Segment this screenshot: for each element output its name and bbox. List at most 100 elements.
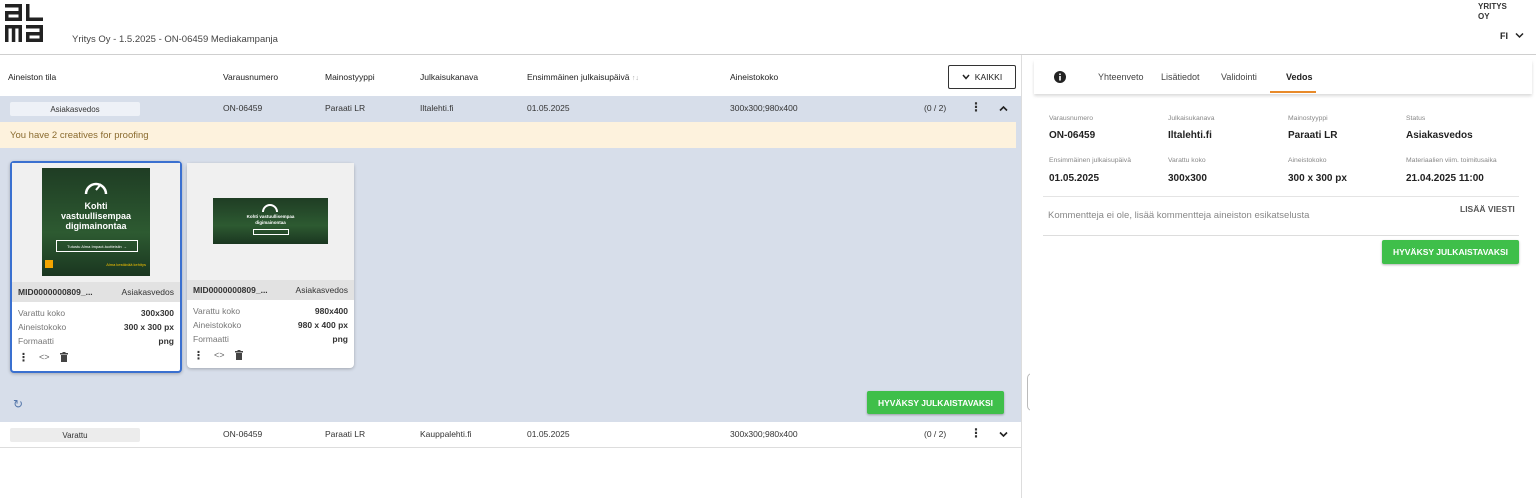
row-varausnumero: ON-06459: [223, 103, 263, 113]
row-koko: 300x300;980x400: [730, 429, 798, 439]
chevron-down-icon[interactable]: [1515, 32, 1524, 39]
field-label: Ensimmäinen julkaisupäivä: [1049, 157, 1131, 164]
col-header-varausnumero[interactable]: Varausnumero: [223, 72, 278, 82]
row-count: (0 / 2): [924, 429, 947, 439]
proofing-notice: [0, 122, 1016, 148]
status-badge: Asiakasvedos: [10, 102, 140, 116]
company-name[interactable]: YRITYS OY: [1478, 2, 1518, 22]
company-line-2: OY: [1478, 12, 1490, 21]
status-badge: Varattu: [10, 428, 140, 442]
creative-spec-row: Formaatti png: [193, 334, 348, 344]
delete-icon[interactable]: [59, 352, 68, 362]
col-header-julkaisupaiva-label: Ensimmäinen julkaisupäivä: [527, 72, 630, 82]
creative-id: MID0000000809_...: [193, 285, 268, 295]
ad-cta: Tutustu Alma Impact-tuotteisiin →: [56, 240, 138, 252]
creative-spec-row: Aineistokoko 300 x 300 px: [18, 322, 174, 332]
code-icon[interactable]: <>: [39, 352, 50, 362]
col-header-julkaisukanava[interactable]: Julkaisukanava: [420, 72, 478, 82]
field-label: Mainostyyppi: [1288, 115, 1328, 122]
company-line-1: YRITYS: [1478, 2, 1507, 11]
info-icon[interactable]: [1054, 71, 1066, 83]
field-label: Aineistokoko: [1288, 157, 1327, 164]
row-kanava: Kauppalehti.fi: [420, 429, 472, 439]
row-mainostyyppi: Paraati LR: [325, 429, 366, 439]
ad-headline-2: digimainontaa: [255, 219, 286, 225]
field-value-toimitusaika: 21.04.2025 11:00: [1406, 173, 1484, 184]
comments-divider: [1043, 235, 1519, 236]
chevron-down-icon: [962, 74, 970, 80]
creative-image-300x300: Kohti vastuullisempaa digimainontaa Tutu…: [42, 168, 150, 276]
sort-icon[interactable]: ↑↓: [632, 75, 639, 82]
ad-headline-2: vastuullisempaa: [60, 211, 132, 221]
approve-button[interactable]: HYVÄKSY JULKAISTAVAKSI: [867, 391, 1004, 414]
ad-logo-icon: [45, 260, 53, 268]
field-value-mainostyyppi: Paraati LR: [1288, 130, 1338, 141]
creative-spec-row: Varattu koko 300x300: [18, 308, 174, 318]
refresh-icon[interactable]: ↻: [13, 397, 23, 411]
more-vert-icon[interactable]: ⋮: [970, 100, 982, 114]
field-label: Varausnumero: [1049, 115, 1094, 122]
col-header-aineistokoko[interactable]: Aineistokoko: [730, 72, 778, 82]
more-vert-icon[interactable]: ⋮: [18, 351, 29, 364]
row-count: (0 / 2): [924, 103, 947, 113]
creative-spec-row: Varattu koko 980x400: [193, 306, 348, 316]
creative-card[interactable]: Kohti vastuullisempaa digimainontaa MID0…: [187, 163, 354, 368]
tab-lisatiedot[interactable]: Lisätiedot: [1161, 72, 1200, 82]
tab-validointi[interactable]: Validointi: [1221, 72, 1257, 82]
creative-status: Asiakasvedos: [295, 285, 348, 295]
creative-status: Asiakasvedos: [121, 287, 174, 297]
proofing-notice-text: You have 2 creatives for proofing: [10, 130, 149, 141]
ad-headline-3: digimainontaa: [65, 221, 127, 231]
field-value-varattu-koko: 300x300: [1168, 173, 1207, 184]
creative-id: MID0000000809_...: [18, 287, 93, 297]
chevron-down-icon[interactable]: [999, 431, 1008, 438]
add-message-button[interactable]: LISÄÄ VIESTI: [1460, 204, 1515, 214]
gauge-icon: [84, 182, 108, 195]
creative-thumbnail[interactable]: Kohti vastuullisempaa digimainontaa Tutu…: [12, 163, 180, 282]
field-value-aineistokoko: 300 x 300 px: [1288, 173, 1347, 184]
row-kanava: Iltalehti.fi: [420, 103, 454, 113]
row-varausnumero: ON-06459: [223, 429, 263, 439]
details-panel: [1030, 55, 1536, 498]
field-label: Varattu koko: [1168, 157, 1206, 164]
creative-thumbnail[interactable]: Kohti vastuullisempaa digimainontaa: [187, 163, 354, 280]
field-value-status: Asiakasvedos: [1406, 130, 1473, 141]
delete-icon[interactable]: [234, 350, 243, 360]
creative-image-980x400: Kohti vastuullisempaa digimainontaa: [213, 198, 328, 244]
field-label: Status: [1406, 115, 1426, 122]
app-header: [0, 0, 1536, 55]
filter-all-button[interactable]: KAIKKI: [948, 65, 1016, 89]
alma-logo: [5, 4, 43, 42]
fields-divider: [1043, 196, 1519, 197]
panel-divider: [1021, 55, 1030, 498]
row-paiva: 01.05.2025: [527, 429, 570, 439]
code-icon[interactable]: <>: [214, 350, 225, 360]
creative-spec-row: Formaatti png: [18, 336, 174, 346]
col-header-julkaisupaiva[interactable]: Ensimmäinen julkaisupäivä ↑↓: [527, 72, 639, 82]
creative-spec-row: Aineistokoko 980 x 400 px: [193, 320, 348, 330]
field-label: Materiaalien viim. toimitusaika: [1406, 157, 1497, 164]
approve-button-details[interactable]: HYVÄKSY JULKAISTAVAKSI: [1382, 240, 1519, 264]
row-mainostyyppi: Paraati LR: [325, 103, 366, 113]
comments-empty-text: Kommentteja ei ole, lisää kommentteja ai…: [1048, 210, 1310, 221]
col-header-mainostyyppi[interactable]: Mainostyyppi: [325, 72, 375, 82]
more-vert-icon[interactable]: ⋮: [970, 426, 982, 440]
active-tab-indicator: [1270, 91, 1316, 93]
more-vert-icon[interactable]: ⋮: [193, 349, 204, 362]
ad-headline-1: Kohti: [84, 201, 108, 211]
field-label: Julkaisukanava: [1168, 115, 1215, 122]
row-koko: 300x300;980x400: [730, 103, 798, 113]
field-value-varausnumero: ON-06459: [1049, 130, 1096, 141]
gauge-icon: [262, 204, 278, 213]
ad-footer: Alma kestävää kehitys: [106, 262, 146, 267]
tab-yhteenveto[interactable]: Yhteenveto: [1098, 72, 1144, 82]
table-row[interactable]: [0, 422, 1021, 448]
col-header-status[interactable]: Aineiston tila: [8, 72, 56, 82]
field-value-kanava: Iltalehti.fi: [1168, 130, 1212, 141]
language-selector[interactable]: FI: [1500, 31, 1508, 41]
page-title: Yritys Oy - 1.5.2025 - ON-06459 Mediakam…: [72, 34, 278, 45]
tab-vedos[interactable]: Vedos: [1286, 72, 1313, 82]
creative-card[interactable]: Kohti vastuullisempaa digimainontaa Tutu…: [10, 161, 182, 373]
chevron-up-icon[interactable]: [999, 105, 1008, 112]
ad-cta-box: [253, 229, 289, 235]
